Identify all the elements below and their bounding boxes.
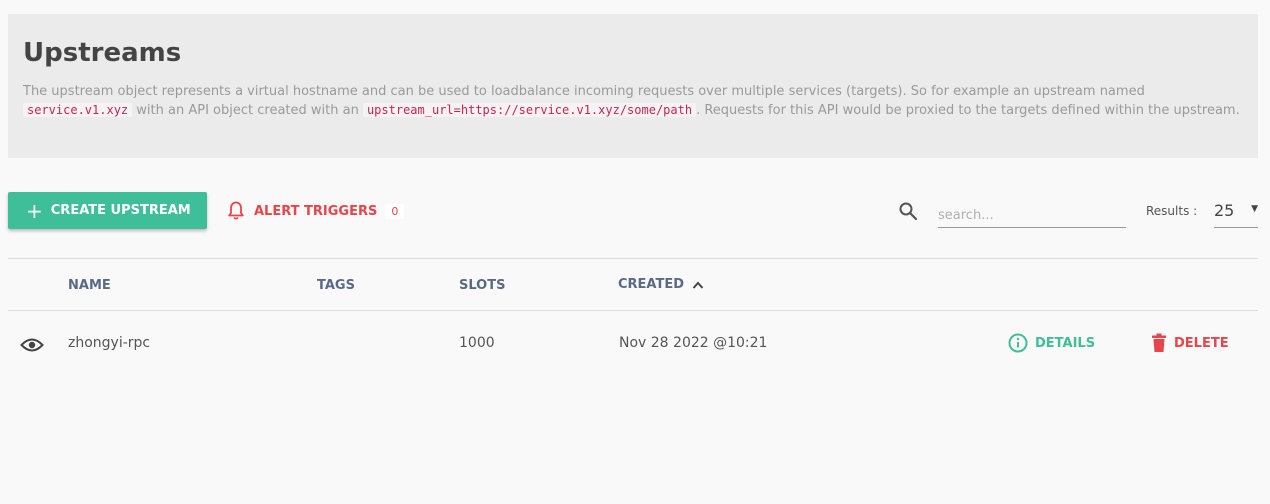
column-header-slots[interactable]: SLOTS: [459, 278, 505, 293]
column-header-tags[interactable]: TAGS: [317, 278, 355, 293]
table-row: zhongyi-rpc 1000 Nov 28 2022 @10:21 DETA…: [8, 311, 1258, 375]
delete-label: DELETE: [1174, 335, 1229, 351]
results-value: 25: [1214, 201, 1235, 220]
toolbar: + CREATE UPSTREAM ALERT TRIGGERS 0 Resul…: [8, 192, 1258, 230]
create-upstream-button[interactable]: + CREATE UPSTREAM: [8, 192, 207, 229]
code-snippet-service: service.v1.xyz: [23, 103, 133, 117]
eye-icon[interactable]: [20, 337, 44, 353]
row-slots: 1000: [459, 335, 495, 351]
alert-count-badge: 0: [385, 203, 405, 219]
page-title: Upstreams: [23, 38, 182, 68]
code-snippet-upstream-url: upstream_url=https://service.v1.xyz/some…: [362, 103, 697, 117]
description-text: with an API object created with an: [136, 103, 359, 118]
results-per-page-select[interactable]: 25 ▼: [1214, 198, 1258, 228]
info-circle-icon: [1008, 333, 1028, 353]
details-label: DETAILS: [1035, 335, 1096, 351]
row-created: Nov 28 2022 @10:21: [619, 335, 768, 351]
upstreams-table: NAME TAGS SLOTS CREATED zhongyi-rpc 1000…: [8, 258, 1258, 375]
description-text: The upstream object represents a virtual…: [23, 84, 1145, 99]
delete-button[interactable]: DELETE: [1151, 333, 1229, 353]
column-header-created[interactable]: CREATED: [618, 277, 704, 292]
caret-down-icon: ▼: [1251, 204, 1258, 214]
alert-triggers-button[interactable]: ALERT TRIGGERS 0: [228, 201, 405, 221]
description-text: . Requests for this API would be proxied…: [696, 103, 1240, 118]
bell-icon: [228, 201, 244, 220]
details-button[interactable]: DETAILS: [1008, 333, 1095, 353]
page-header: Upstreams The upstream object represents…: [8, 14, 1258, 158]
results-label: Results :: [1146, 204, 1198, 218]
row-name: zhongyi-rpc: [68, 335, 151, 351]
create-upstream-label: CREATE UPSTREAM: [50, 203, 191, 218]
alert-triggers-label: ALERT TRIGGERS: [254, 203, 378, 219]
search-icon[interactable]: [898, 201, 918, 221]
trash-icon: [1152, 333, 1166, 352]
table-header: NAME TAGS SLOTS CREATED: [8, 258, 1258, 311]
search-input[interactable]: [938, 200, 1126, 228]
column-header-created-label: CREATED: [618, 277, 685, 292]
chevron-up-icon: [692, 281, 704, 289]
column-header-name[interactable]: NAME: [68, 278, 111, 293]
page-description: The upstream object represents a virtual…: [23, 82, 1243, 120]
search-box: [898, 200, 1126, 228]
plus-icon: +: [26, 198, 43, 223]
